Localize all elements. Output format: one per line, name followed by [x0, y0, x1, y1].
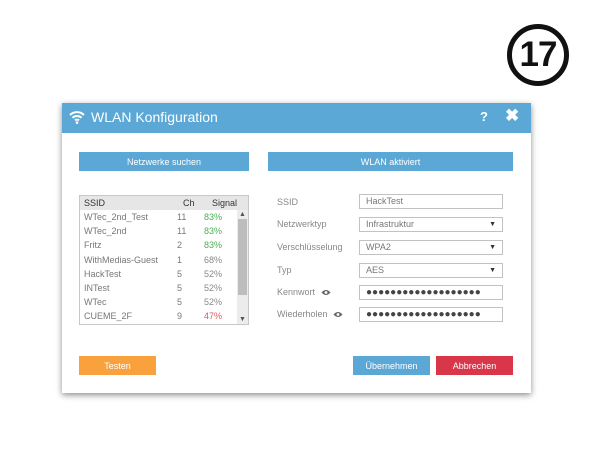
eye-icon[interactable] [333, 311, 343, 318]
scroll-thumb[interactable] [238, 219, 247, 295]
step-number-badge: 17 [507, 24, 569, 86]
network-list-row[interactable]: WTec 5 52% [80, 296, 240, 310]
password-input[interactable]: ●●●●●●●●●●●●●●●●●●● [359, 285, 503, 300]
password-label-wrap: Kennwort [277, 287, 331, 297]
test-button[interactable]: Testen [79, 356, 156, 375]
network-ssid: CUEME_2F [84, 311, 133, 322]
network-channel: 11 [177, 212, 187, 222]
network-channel: 5 [177, 283, 183, 293]
network-list-row[interactable]: CUEME_2F 9 47% [80, 310, 240, 324]
network-ssid: WTec [84, 297, 107, 308]
type-label: Typ [277, 265, 292, 275]
network-ssid: Fritz [84, 240, 102, 251]
encryption-value: WPA2 [366, 242, 391, 252]
chevron-down-icon: ▼ [489, 267, 496, 274]
apply-button[interactable]: Übernehmen [353, 356, 430, 375]
network-signal: 52% [204, 297, 223, 308]
close-icon[interactable]: ✖ [505, 106, 519, 126]
network-list-row[interactable]: Fritz 2 83% [80, 239, 240, 253]
network-ssid: INTest [84, 283, 110, 293]
chevron-down-icon: ▼ [489, 221, 496, 228]
network-list-row[interactable]: WTec_2nd 11 83% [80, 225, 240, 239]
wlan-config-dialog: WLAN Konfiguration ? ✖ Netzwerke suchen … [62, 103, 531, 393]
search-networks-button[interactable]: Netzwerke suchen [79, 152, 249, 171]
network-ssid: HackTest [84, 268, 122, 279]
network-list-row[interactable]: HackTest 5 52% [80, 268, 240, 282]
network-channel: 11 [177, 226, 187, 237]
network-list: SSID Ch Signal WTec_2nd_Test 11 83% WTec_2n… [79, 195, 249, 325]
network-signal: 83% [204, 226, 223, 237]
scroll-down-arrow-icon[interactable]: ▼ [237, 315, 248, 324]
network-type-value: Infrastruktur [366, 219, 415, 229]
network-signal: 52% [204, 268, 223, 279]
ssid-label: SSID [277, 197, 299, 207]
ssid-input[interactable]: HackTest [359, 194, 503, 209]
encryption-select[interactable]: WPA2 ▼ [359, 240, 503, 255]
network-list-scrollbar[interactable]: ▲ ▼ [237, 210, 248, 324]
chevron-down-icon: ▼ [489, 244, 496, 251]
encryption-label: Verschlüsselung [277, 242, 343, 252]
network-channel: 1 [177, 254, 183, 265]
type-select[interactable]: AES ▼ [359, 263, 503, 278]
dialog-title: WLAN Konfiguration [91, 109, 218, 125]
network-signal: 52% [204, 283, 223, 293]
network-signal: 83% [204, 212, 223, 222]
network-channel: 5 [177, 268, 183, 279]
network-type-select[interactable]: Infrastruktur ▼ [359, 217, 503, 232]
network-list-header: SSID Ch Signal [80, 196, 248, 210]
column-ssid: SSID [84, 198, 106, 208]
network-list-row[interactable]: WTec_2nd_Test 11 83% [80, 211, 240, 225]
network-signal: 83% [204, 240, 223, 251]
cancel-button[interactable]: Abbrechen [436, 356, 513, 375]
network-type-label: Netzwerktyp [277, 219, 327, 229]
eye-icon[interactable] [321, 289, 331, 296]
type-value: AES [366, 265, 385, 275]
dialog-titlebar: WLAN Konfiguration ? ✖ [62, 103, 531, 133]
scroll-up-arrow-icon[interactable]: ▲ [237, 210, 248, 219]
column-signal: Signal [212, 198, 238, 208]
network-channel: 9 [177, 311, 183, 322]
network-ssid: WithMedias-Guest [84, 254, 159, 265]
network-channel: 5 [177, 297, 183, 308]
network-ssid: WTec_2nd_Test [84, 212, 149, 222]
repeat-password-input[interactable]: ●●●●●●●●●●●●●●●●●●● [359, 307, 503, 322]
repeat-label-wrap: Wiederholen [277, 309, 343, 319]
network-ssid: WTec_2nd [84, 226, 127, 237]
network-signal: 47% [204, 311, 223, 322]
password-label: Kennwort [277, 287, 316, 297]
network-list-row[interactable]: WithMedias-Guest 1 68% [80, 254, 240, 268]
wifi-icon [69, 111, 85, 124]
network-signal: 68% [204, 254, 223, 265]
help-icon[interactable]: ? [480, 109, 488, 124]
network-channel: 2 [177, 240, 183, 251]
wlan-activated-toggle[interactable]: WLAN aktiviert [268, 152, 513, 171]
column-channel: Ch [183, 198, 195, 208]
repeat-password-label: Wiederholen [277, 309, 328, 319]
network-list-row[interactable]: INTest 5 52% [80, 282, 240, 296]
